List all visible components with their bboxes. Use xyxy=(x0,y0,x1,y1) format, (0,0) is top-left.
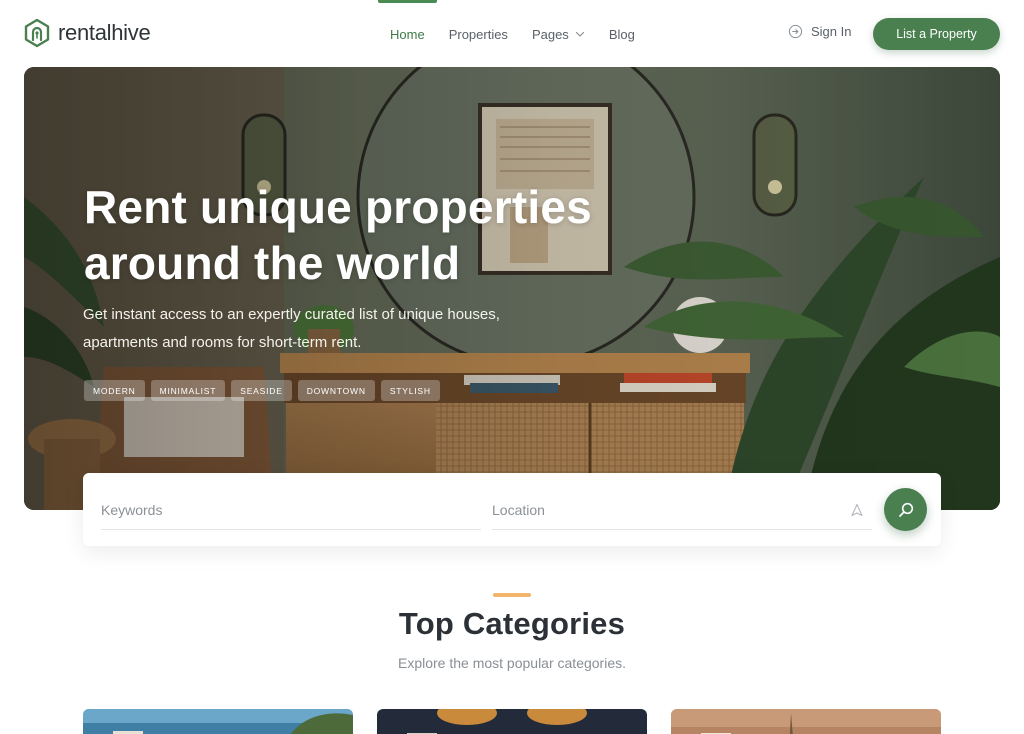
nav-item-blog[interactable]: Blog xyxy=(609,0,635,68)
category-image xyxy=(671,709,941,734)
hero-section: Rent unique properties around the world … xyxy=(24,67,1000,510)
hero-subtitle: Get instant access to an expertly curate… xyxy=(83,301,553,357)
categories-subtitle: Explore the most popular categories. xyxy=(397,655,626,671)
category-image xyxy=(377,709,647,734)
hero-title: Rent unique properties around the world xyxy=(84,179,664,291)
tag-downtown[interactable]: DOWNTOWN xyxy=(297,380,375,401)
location-input[interactable] xyxy=(492,501,850,518)
chevron-down-icon xyxy=(575,31,584,37)
section-accent-divider xyxy=(493,593,531,597)
hero-title-line: around the world xyxy=(84,237,461,289)
search-icon xyxy=(898,502,913,517)
tag-seaside[interactable]: SEASIDE xyxy=(231,380,292,401)
locate-arrow-icon[interactable] xyxy=(850,503,864,517)
property-search-form xyxy=(83,473,941,546)
nav-item-label: Blog xyxy=(608,26,635,42)
hero-subtitle-line: apartments and rooms for short-term rent… xyxy=(83,334,362,351)
list-property-button[interactable]: List a Property xyxy=(873,18,1000,50)
house-logo-icon xyxy=(24,18,50,48)
nav-item-label: Home xyxy=(390,26,425,42)
hero-title-line: Rent unique properties xyxy=(84,181,592,233)
sign-in-icon xyxy=(788,24,803,39)
categories-title: Top Categories xyxy=(398,606,626,641)
hero-subtitle-line: Get instant access to an expertly curate… xyxy=(83,306,500,323)
search-button[interactable] xyxy=(884,488,927,531)
tag-minimalist[interactable]: MINIMALIST xyxy=(150,380,226,401)
tag-modern[interactable]: MODERN xyxy=(84,380,145,401)
category-card[interactable] xyxy=(671,709,941,734)
location-field xyxy=(492,490,872,530)
keywords-field xyxy=(101,490,481,530)
nav-item-properties[interactable]: Properties xyxy=(449,0,508,68)
category-image xyxy=(83,709,353,734)
nav-item-label: Properties xyxy=(448,26,508,42)
brand-logo[interactable]: rentalhive xyxy=(24,18,151,48)
brand-name: rentalhive xyxy=(58,20,151,45)
sign-in-label: Sign In xyxy=(811,24,852,39)
main-nav: Home Properties Pages Blog xyxy=(378,0,635,68)
category-card[interactable] xyxy=(83,709,353,734)
hero-tags: MODERN MINIMALIST SEASIDE DOWNTOWN STYLI… xyxy=(84,380,440,401)
category-card[interactable] xyxy=(377,709,647,734)
nav-item-pages[interactable]: Pages xyxy=(532,0,585,68)
tag-stylish[interactable]: STYLISH xyxy=(380,380,440,401)
keywords-input[interactable] xyxy=(101,501,481,518)
sign-in-link[interactable]: Sign In xyxy=(788,24,851,39)
nav-item-label: Pages xyxy=(531,26,569,42)
nav-item-home[interactable]: Home xyxy=(378,0,437,68)
site-header: rentalhive Home Properties Pages Blog Si… xyxy=(0,0,1024,68)
